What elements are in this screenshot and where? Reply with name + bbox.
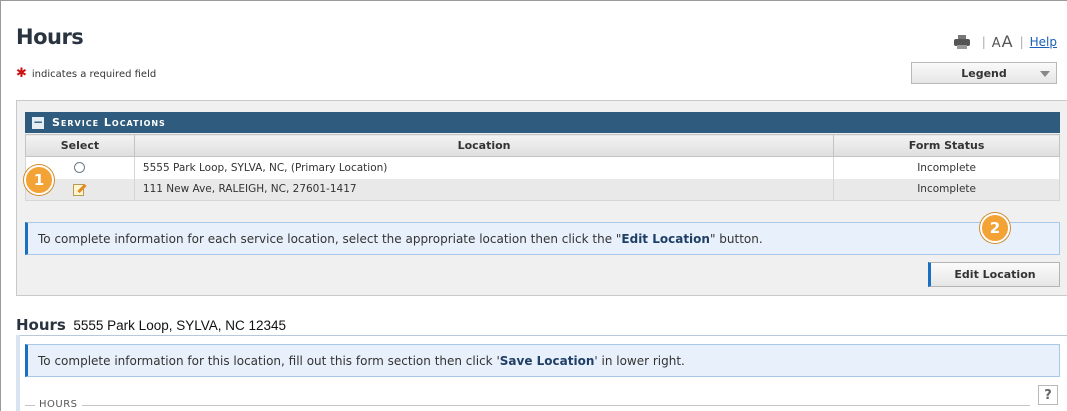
help-link[interactable]: Help xyxy=(1030,35,1057,49)
help-question-icon[interactable]: ? xyxy=(1038,385,1058,405)
page-tools: | AA | Help xyxy=(953,32,1057,51)
table-row[interactable]: 111 New Ave, RALEIGH, NC, 27601-1417 Inc… xyxy=(25,178,1060,201)
service-locations-info: To complete information for each service… xyxy=(25,222,1060,255)
hours-heading-label: Hours xyxy=(16,316,66,334)
legend-label: Legend xyxy=(961,66,1007,80)
location-cell: 111 New Ave, RALEIGH, NC, 27601-1417 xyxy=(133,178,835,201)
status-cell: Incomplete xyxy=(833,156,1060,179)
info-text-end: ' in lower right. xyxy=(594,353,685,368)
edit-location-button[interactable]: Edit Location xyxy=(928,262,1060,287)
fieldset-divider xyxy=(25,405,1030,406)
hours-section-heading: Hours 5555 Park Loop, SYLVA, NC 12345 xyxy=(16,316,286,334)
tools-divider: | xyxy=(1019,34,1024,49)
step-marker-2: 2 xyxy=(980,213,1010,243)
column-header-location: Location xyxy=(133,134,835,157)
font-size-icon[interactable]: AA xyxy=(992,32,1014,51)
chevron-down-icon xyxy=(1040,71,1050,77)
column-header-form-status: Form Status xyxy=(833,134,1060,157)
edit-note-icon[interactable] xyxy=(73,183,88,196)
printer-icon[interactable] xyxy=(953,34,970,49)
font-size-large: A xyxy=(1001,32,1014,51)
hours-fieldset-label: HOURS xyxy=(35,399,82,410)
section-title: Service Locations xyxy=(52,116,166,129)
column-header-select: Select xyxy=(25,134,135,157)
table-row[interactable]: 5555 Park Loop, SYLVA, NC, (Primary Loca… xyxy=(25,156,1060,179)
hours-form-info: To complete information for this locatio… xyxy=(25,344,1060,377)
step-marker-1: 1 xyxy=(24,165,54,195)
location-radio-button[interactable] xyxy=(74,162,86,174)
tools-divider: | xyxy=(981,34,986,49)
required-note-text: indicates a required field xyxy=(31,69,157,80)
service-locations-table: Select Location Form Status 5555 Park Lo… xyxy=(25,134,1060,201)
hours-heading-address: 5555 Park Loop, SYLVA, NC 12345 xyxy=(73,318,287,333)
legend-dropdown[interactable]: Legend xyxy=(911,62,1057,84)
font-size-small: A xyxy=(991,36,1002,51)
info-text-bold: Save Location xyxy=(499,353,595,368)
service-locations-header: − Service Locations xyxy=(25,112,1060,133)
required-note: ✱ indicates a required field xyxy=(16,66,156,81)
collapse-icon[interactable]: − xyxy=(32,116,44,129)
status-cell: Incomplete xyxy=(833,178,1060,201)
location-cell: 5555 Park Loop, SYLVA, NC, (Primary Loca… xyxy=(133,156,835,179)
table-header-row: Select Location Form Status xyxy=(25,134,1060,157)
form-accent-bar xyxy=(16,335,20,411)
info-text-bold: Edit Location xyxy=(621,231,710,246)
required-star-icon: ✱ xyxy=(16,66,27,81)
info-text-start: To complete information for this locatio… xyxy=(38,353,500,368)
info-text-start: To complete information for each service… xyxy=(38,231,622,246)
page-title: Hours xyxy=(16,25,84,49)
info-text-end: " button. xyxy=(709,231,763,246)
